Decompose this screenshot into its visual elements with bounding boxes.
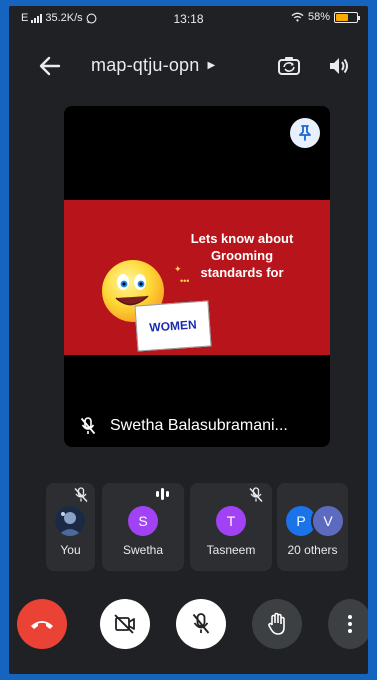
avatar-initial: T [226,513,236,529]
status-bar: E 35.2K/s 13:18 58% [9,6,368,30]
mic-off-icon [192,613,210,634]
participant-card-you[interactable]: You [46,483,95,571]
avatar-initial: S [138,513,148,529]
avatar [55,506,85,536]
participant-label: 20 others [287,543,338,557]
speaker-icon[interactable] [325,52,353,80]
profile-photo-icon [55,506,85,536]
avatar-initial: V [323,513,333,529]
women-sign-text: WOMEN [148,317,198,335]
sparkle-decoration: ••• [180,276,190,286]
top-bar: map-qtju-opn ▶ [9,46,368,86]
mic-off-icon [80,417,96,435]
wifi-icon [291,12,304,22]
slide-line-1: Lets know about [190,231,294,246]
mic-off-button[interactable] [176,599,226,649]
avatar: S [128,506,158,536]
raise-hand-button[interactable] [252,599,302,649]
sparkle-decoration: ✦ [174,264,182,274]
women-sign-card: WOMEN [134,300,212,352]
more-options-button[interactable] [328,599,368,649]
battery-fill [336,13,348,21]
meeting-title[interactable]: map-qtju-opn ▶ [91,55,215,76]
speaker-row: Swetha Balasubramani... [80,417,320,435]
switch-camera-icon[interactable] [275,52,303,80]
raise-hand-icon [268,612,285,635]
battery-percent: 58% [307,11,330,23]
chevron-right-icon: ▶ [207,60,216,71]
pin-button[interactable] [290,118,320,148]
slide-line-2: Grooming [210,248,274,263]
back-arrow-icon[interactable] [35,52,65,80]
status-right: 58% [291,11,360,23]
meet-call-screen: E 35.2K/s 13:18 58% map-qtju-opn ▶ Lets … [9,6,368,674]
avatar: V [311,504,345,538]
pin-icon [299,125,311,141]
call-controls [9,596,368,652]
battery-icon [334,11,360,23]
presenter-tile[interactable]: Lets know about Grooming standards for ✦… [64,106,330,447]
end-call-button[interactable] [17,599,67,649]
avatar: T [216,506,246,536]
camera-off-icon [114,614,135,634]
participant-card-others[interactable]: P V 20 others [277,483,348,571]
participant-label: Tasneem [206,543,256,557]
mic-off-icon [249,487,263,503]
avatar-initial: P [296,513,306,529]
slide-line-3: standards for [200,265,284,280]
participant-card-tasneem[interactable]: T Tasneem [190,483,272,571]
slide-heading: Lets know about Grooming standards for [172,230,312,281]
end-call-icon [31,621,53,629]
camera-off-button[interactable] [100,599,150,649]
participant-label: Swetha [122,543,164,557]
participant-strip: You S Swetha T Tasneem P V 20 others [46,483,348,571]
shared-slide: Lets know about Grooming standards for ✦… [64,200,330,355]
participant-card-swetha[interactable]: S Swetha [102,483,184,571]
mic-off-icon [74,487,88,503]
meeting-code: map-qtju-opn [91,55,200,75]
participant-label: You [60,543,81,557]
speaker-name: Swetha Balasubramani... [110,417,288,434]
more-vertical-icon [348,615,352,633]
speaking-indicator-icon [156,488,169,500]
